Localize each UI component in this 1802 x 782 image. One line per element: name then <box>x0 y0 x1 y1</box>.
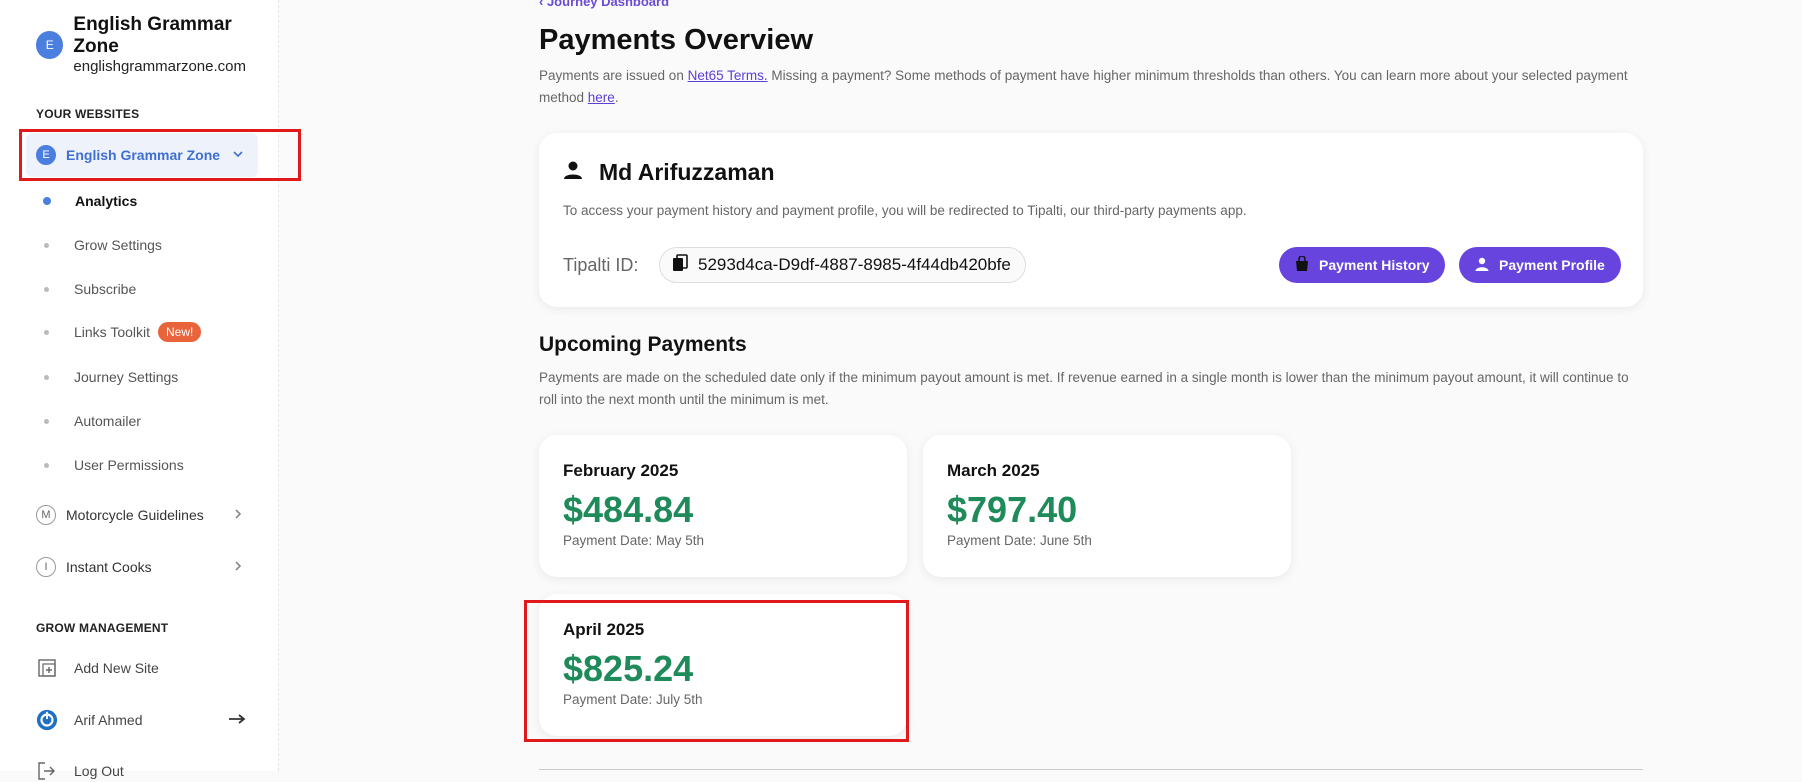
nav-analytics[interactable]: Analytics <box>43 193 138 209</box>
grow-management-label: GROW MANAGEMENT <box>36 621 169 635</box>
add-new-site-link[interactable]: Add New Site <box>36 657 159 679</box>
person-icon <box>1475 257 1489 274</box>
upcoming-payments-description: Payments are made on the scheduled date … <box>539 370 1629 407</box>
payment-profile-label: Payment Profile <box>1499 257 1605 273</box>
brand[interactable]: E English Grammar Zone englishgrammarzon… <box>36 14 278 76</box>
shopping-bag-icon <box>1295 254 1309 275</box>
nav-label: Automailer <box>74 413 141 429</box>
nav-journey-settings[interactable]: Journey Settings <box>44 369 178 385</box>
redirect-note: To access your payment history and payme… <box>563 203 1247 218</box>
payments-description: Payments are issued on Net65 Terms. Miss… <box>539 65 1643 109</box>
nav-dot <box>44 462 49 468</box>
upcoming-payments-title: Upcoming Payments <box>539 333 747 356</box>
payment-card-february: February 2025 $484.84 Payment Date: May … <box>539 435 907 577</box>
your-websites-label: YOUR WEBSITES <box>36 107 140 121</box>
nav-label: Journey Settings <box>74 369 179 385</box>
brand-title: English Grammar Zone <box>73 14 232 57</box>
nav-automailer[interactable]: Automailer <box>44 413 141 429</box>
sidebar: E English Grammar Zone englishgrammarzon… <box>0 0 279 780</box>
tipalti-id-value: 5293d4ca-D9df-4887-8985-4f44db420bfe <box>698 255 1011 274</box>
logout-link[interactable]: Log Out <box>36 760 124 782</box>
nav-links-toolkit[interactable]: Links Toolkit New! <box>44 322 202 342</box>
nav-dot <box>44 374 49 380</box>
nav-grow-settings[interactable]: Grow Settings <box>44 237 162 253</box>
tipalti-label: Tipalti ID: <box>563 255 639 275</box>
highlight-box-april-payment <box>524 600 909 742</box>
nav-label: Grow Settings <box>74 237 162 253</box>
payment-amount: $797.40 <box>947 489 1078 530</box>
site-label: Motorcycle Guidelines <box>66 507 204 523</box>
divider <box>539 769 1643 770</box>
site-label: Instant Cooks <box>66 559 152 575</box>
new-badge: New! <box>158 322 202 342</box>
add-site-icon <box>36 657 58 679</box>
highlight-box-active-site <box>19 129 301 181</box>
add-new-site-label: Add New Site <box>74 660 159 676</box>
account-holder-name: Md Arifuzzaman <box>599 159 775 185</box>
nav-label: Analytics <box>75 193 138 209</box>
site-instant-cooks[interactable]: I Instant Cooks <box>26 545 258 589</box>
logout-icon <box>36 760 58 782</box>
here-link[interactable]: here <box>588 90 615 105</box>
net65-terms-link[interactable]: Net65 Terms. <box>688 68 768 83</box>
nav-dot <box>44 418 49 424</box>
payment-month: March 2025 <box>947 461 1040 480</box>
brand-domain: englishgrammarzone.com <box>73 58 246 75</box>
desc-text: . <box>614 90 619 105</box>
site-initial: I <box>36 557 56 577</box>
chevron-right-icon <box>232 559 244 575</box>
payment-profile-button[interactable]: Payment Profile <box>1459 247 1621 283</box>
user-menu[interactable]: Arif Ahmed <box>36 709 246 731</box>
payment-month: February 2025 <box>563 461 679 480</box>
copy-icon[interactable] <box>672 253 688 277</box>
nav-dot <box>44 242 49 248</box>
user-avatar-icon <box>36 709 58 731</box>
site-motorcycle-guidelines[interactable]: M Motorcycle Guidelines <box>26 493 258 537</box>
nav-dot <box>43 197 51 205</box>
nav-label: Subscribe <box>74 281 137 297</box>
nav-label: User Permissions <box>74 457 184 473</box>
nav-dot <box>44 286 49 292</box>
tipalti-id-chip[interactable]: 5293d4ca-D9df-4887-8985-4f44db420bfe <box>659 247 1026 283</box>
nav-subscribe[interactable]: Subscribe <box>44 281 136 297</box>
breadcrumb-label: Journey Dashboard <box>546 0 670 9</box>
payment-history-button[interactable]: Payment History <box>1279 247 1446 283</box>
payment-date: Payment Date: June 5th <box>947 533 1092 548</box>
user-card: Md Arifuzzaman To access your payment hi… <box>539 133 1643 307</box>
breadcrumb[interactable]: ‹ Journey Dashboard <box>539 0 669 9</box>
payment-date: Payment Date: May 5th <box>563 533 705 548</box>
nav-dot <box>44 329 49 335</box>
brand-avatar: E <box>36 31 64 59</box>
desc-text: Payments are issued on <box>539 68 688 83</box>
user-name: Arif Ahmed <box>74 712 143 728</box>
page-title: Payments Overview <box>539 24 814 56</box>
logout-label: Log Out <box>74 763 124 779</box>
payment-card-march: March 2025 $797.40 Payment Date: June 5t… <box>923 435 1291 577</box>
payment-history-label: Payment History <box>1319 257 1430 273</box>
payment-amount: $484.84 <box>563 489 694 530</box>
person-icon <box>563 159 583 186</box>
site-initial: M <box>36 505 56 525</box>
chevron-right-icon <box>232 507 244 523</box>
nav-user-permissions[interactable]: User Permissions <box>44 457 184 473</box>
user-card-name: Md Arifuzzaman <box>563 159 775 186</box>
arrow-right-icon[interactable] <box>228 712 246 728</box>
nav-label: Links Toolkit <box>74 324 151 340</box>
